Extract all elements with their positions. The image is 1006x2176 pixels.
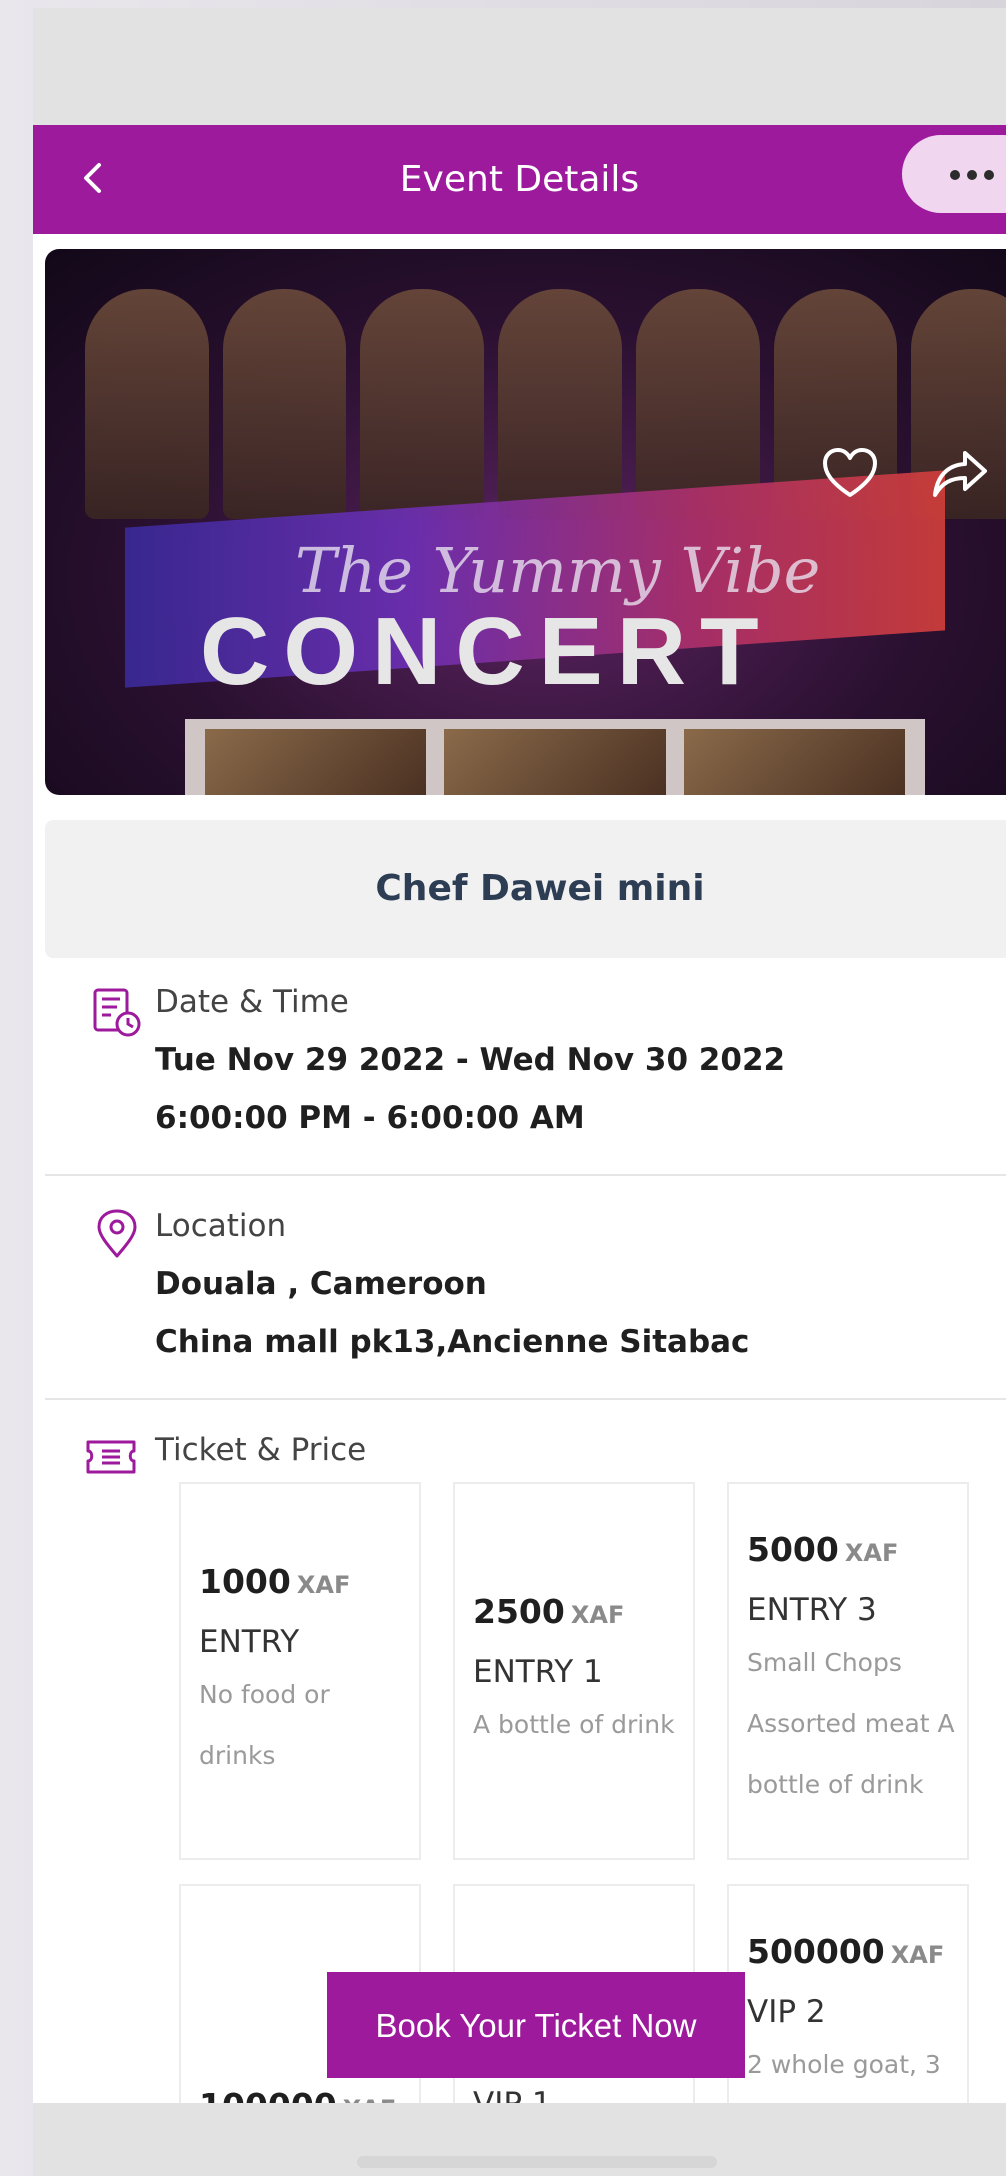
home-indicator	[357, 2156, 717, 2168]
ticket-name: ENTRY	[199, 1624, 300, 1660]
page-title: Event Details	[399, 159, 640, 200]
ticket-currency: XAF	[844, 1539, 899, 1567]
calendar-clock-icon	[93, 988, 141, 1037]
heart-icon	[823, 448, 877, 497]
banner-main-text: CONCERT	[200, 598, 773, 705]
ticket-price-value: 2500	[473, 1592, 565, 1631]
event-dates: Tue Nov 29 2022 - Wed Nov 30 2022	[155, 1042, 786, 1078]
event-title-card: Chef Dawei mini	[45, 820, 1006, 958]
event-times: 6:00:00 PM - 6:00:00 AM	[155, 1100, 585, 1136]
ticket-name: ENTRY 1	[473, 1654, 603, 1690]
ticket-description-line: Small Chops	[747, 1648, 902, 1677]
app-screen: Event Details The Yummy Vibe CONCERT Che…	[33, 8, 1006, 2176]
ticket-name: ENTRY 3	[747, 1592, 877, 1628]
ticket-description: A bottle of drink	[473, 1694, 681, 1755]
banner-food-strip	[185, 719, 925, 795]
divider	[45, 1174, 1006, 1176]
ticket-card-entry[interactable]: 1000 XAF ENTRY No food or drinks	[179, 1482, 421, 1860]
ticket-description-line: bottle of drink	[747, 1770, 924, 1799]
top-app-bar: Event Details	[33, 125, 1006, 234]
more-dot	[967, 170, 977, 180]
ticket-price-label: Ticket & Price	[155, 1432, 367, 1468]
location-city: Douala , Cameroon	[155, 1266, 487, 1302]
ticket-currency: XAF	[890, 1941, 945, 1969]
ticket-description-line: No food or	[199, 1680, 330, 1709]
event-title: Chef Dawei mini	[375, 868, 705, 909]
location-address: China mall pk13,Ancienne Sitabac	[155, 1324, 750, 1360]
more-options-button[interactable]	[902, 135, 1006, 213]
ticket-price: 5000 XAF	[747, 1530, 898, 1569]
ticket-price-value: 5000	[747, 1530, 839, 1569]
ticket-currency: XAF	[570, 1601, 625, 1629]
share-icon	[933, 451, 987, 497]
ticket-price: 1000 XAF	[199, 1562, 350, 1601]
ticket-description-line: Assorted meat A	[747, 1709, 955, 1738]
more-dot	[984, 170, 994, 180]
date-time-label: Date & Time	[155, 984, 349, 1020]
back-button[interactable]	[69, 153, 119, 203]
ticket-description-line: drinks	[199, 1741, 276, 1770]
ticket-icon	[86, 1440, 136, 1474]
banner-person	[498, 289, 622, 519]
ticket-currency: XAF	[296, 1571, 351, 1599]
ticket-name: VIP 2	[747, 1994, 826, 2030]
banner-person	[222, 289, 347, 519]
book-ticket-button[interactable]: Book Your Ticket Now	[327, 1972, 745, 2078]
ticket-price: 2500 XAF	[473, 1592, 624, 1631]
chevron-left-icon	[84, 163, 101, 193]
event-banner-image: The Yummy Vibe CONCERT	[45, 249, 1006, 795]
ticket-price: 500000 XAF	[747, 1932, 944, 1971]
ticket-card-entry-3[interactable]: 5000 XAF ENTRY 3 Small Chops Assorted mea…	[727, 1482, 969, 1860]
map-pin-icon	[97, 1209, 137, 1258]
ticket-price-value: 1000	[199, 1562, 291, 1601]
ticket-description-line: 2 whole goat, 3	[747, 2050, 941, 2079]
ticket-card-entry-1[interactable]: 2500 XAF ENTRY 1 A bottle of drink	[453, 1482, 695, 1860]
ticket-description-line: A bottle of drink	[473, 1710, 675, 1739]
status-bar	[33, 8, 1006, 125]
ticket-description: 2 whole goat, 3	[747, 2034, 955, 2095]
more-horizontal-icon	[950, 170, 960, 180]
favorite-button[interactable]	[819, 443, 881, 505]
ticket-price-value: 500000	[747, 1932, 885, 1971]
banner-person	[85, 289, 209, 519]
food-photo	[683, 729, 905, 795]
food-photo	[205, 729, 427, 795]
ticket-description: Small Chops Assorted meat A bottle of dr…	[747, 1632, 955, 1815]
location-label: Location	[155, 1208, 287, 1244]
ticket-description: No food or drinks	[199, 1664, 407, 1786]
share-button[interactable]	[929, 443, 991, 505]
food-photo	[444, 729, 666, 795]
banner-person	[360, 289, 485, 519]
divider	[45, 1398, 1006, 1400]
